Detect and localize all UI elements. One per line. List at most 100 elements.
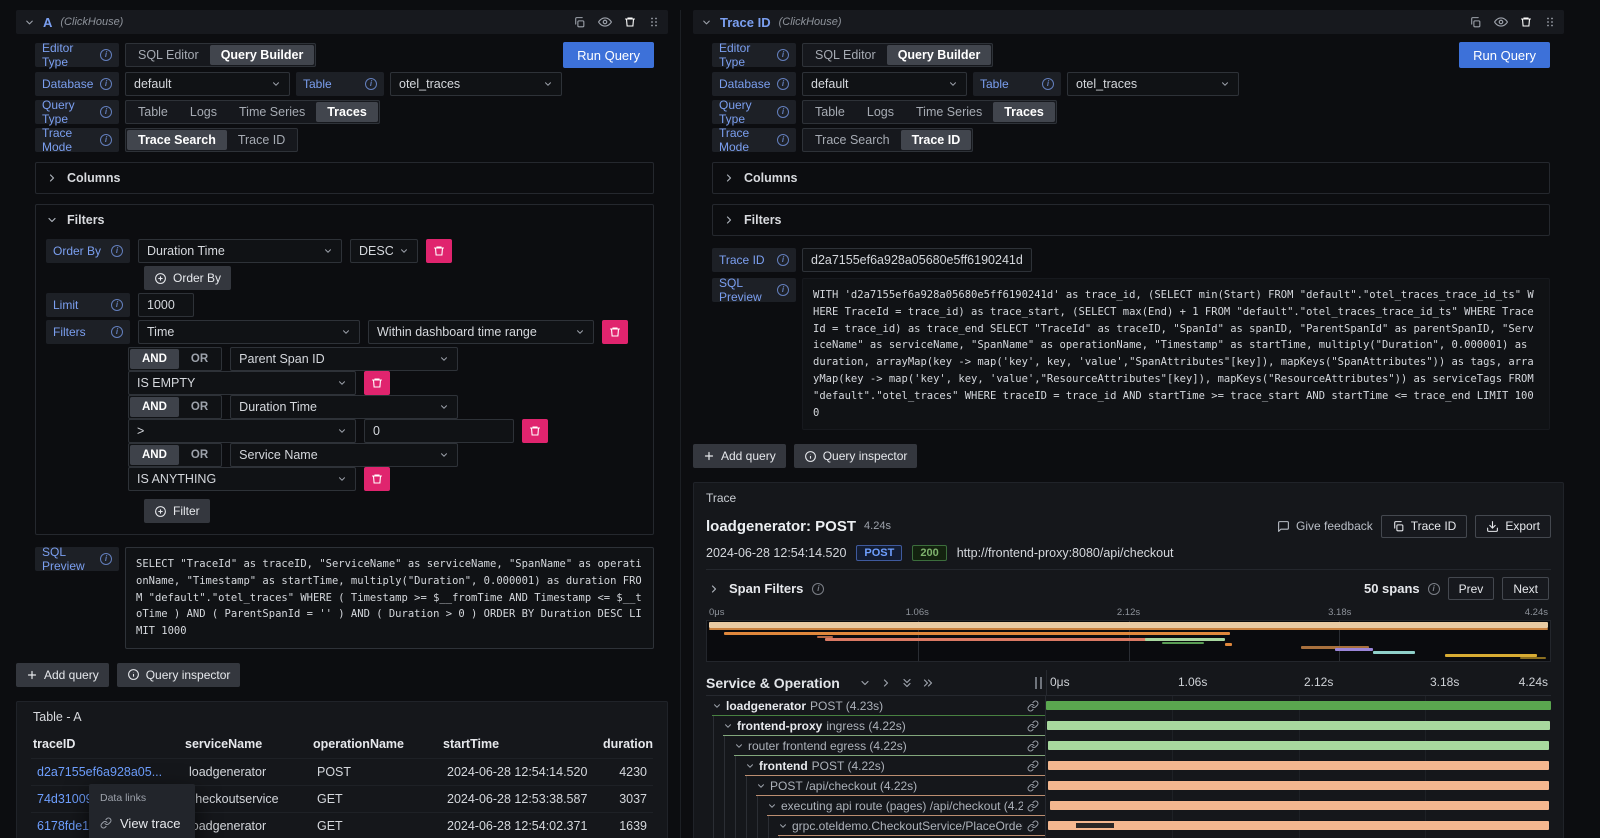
info-icon[interactable]: i [111, 326, 123, 338]
option-and[interactable]: AND [130, 349, 179, 369]
chevron-down-icon[interactable] [723, 721, 733, 731]
collapse-all-icon[interactable] [901, 677, 913, 689]
hide-response-icon[interactable] [1494, 15, 1508, 29]
option-time-series[interactable]: Time Series [228, 102, 316, 122]
option-trace-id[interactable]: Trace ID [227, 130, 296, 150]
filter-value-select[interactable]: Within dashboard time range [368, 320, 594, 344]
table-select[interactable]: otel_traces [1067, 72, 1239, 96]
span-row[interactable]: router frontend egress (4.22s) [706, 736, 1551, 756]
info-icon[interactable]: i [100, 78, 112, 90]
filters-section[interactable]: Filters [712, 204, 1550, 236]
expand-one-icon[interactable] [880, 677, 892, 689]
option-table[interactable]: Table [804, 102, 856, 122]
remove-condition-button[interactable] [364, 467, 390, 491]
option-logs[interactable]: Logs [856, 102, 905, 122]
and-or-toggle[interactable]: ANDOR [128, 395, 222, 419]
trace-minimap[interactable] [706, 620, 1551, 662]
span-row[interactable]: frontend-proxyingress (4.22s) [706, 716, 1551, 736]
info-icon[interactable]: i [777, 78, 789, 90]
filter-field-select[interactable]: Time [138, 320, 360, 344]
span-duration-bar[interactable] [1046, 701, 1551, 710]
span-link-icon[interactable] [1023, 820, 1045, 832]
option-sql-editor[interactable]: SQL Editor [804, 45, 887, 65]
chevron-down-icon[interactable] [767, 801, 777, 811]
span-row[interactable]: grpc.oteldemo.CheckoutService/PlaceOrder… [706, 816, 1551, 836]
option-logs[interactable]: Logs [179, 102, 228, 122]
remove-filter-button[interactable] [602, 320, 628, 344]
span-link-icon[interactable] [1023, 720, 1045, 732]
span-link-icon[interactable] [1023, 800, 1045, 812]
column-resize-handle[interactable] [1035, 677, 1042, 689]
next-button[interactable]: Next [1502, 577, 1549, 600]
add-order-by-button[interactable]: Order By [144, 266, 231, 290]
drag-handle-icon[interactable] [648, 16, 660, 28]
collapse-query-icon[interactable] [24, 17, 35, 28]
info-icon[interactable]: i [100, 134, 112, 146]
and-or-toggle[interactable]: ANDOR [128, 443, 222, 467]
option-trace-search[interactable]: Trace Search [804, 130, 901, 150]
filter-operator-select[interactable]: IS ANYTHING [128, 467, 356, 491]
query-inspector-button[interactable]: Query inspector [117, 663, 241, 687]
info-icon[interactable]: i [777, 49, 789, 61]
filter-value-input[interactable] [364, 419, 514, 443]
filters-section-header[interactable]: Filters [46, 210, 643, 230]
run-query-button[interactable]: Run Query [1459, 42, 1550, 68]
limit-input[interactable] [138, 293, 194, 317]
remove-order-by-button[interactable] [426, 239, 452, 263]
remove-query-icon[interactable] [624, 16, 636, 28]
span-link-icon[interactable] [1023, 700, 1045, 712]
info-icon[interactable]: i [100, 106, 112, 118]
option-and[interactable]: AND [130, 445, 179, 465]
span-row[interactable]: executing api route (pages) /api/checkou… [706, 796, 1551, 816]
prev-button[interactable]: Prev [1448, 577, 1495, 600]
filter-field-select[interactable]: Duration Time [230, 395, 458, 419]
drag-handle-icon[interactable] [1544, 16, 1556, 28]
hide-response-icon[interactable] [598, 15, 612, 29]
option-query-builder[interactable]: Query Builder [210, 45, 315, 65]
filter-operator-select[interactable]: IS EMPTY [128, 371, 356, 395]
column-header[interactable]: operationName [311, 734, 441, 759]
option-or[interactable]: OR [179, 349, 220, 369]
info-icon[interactable]: i [1042, 78, 1054, 90]
info-icon[interactable]: i [812, 583, 824, 595]
span-duration-bar[interactable] [1047, 721, 1550, 730]
span-row[interactable]: loadgeneratorPOST (4.23s) [706, 696, 1551, 716]
option-query-builder[interactable]: Query Builder [887, 45, 992, 65]
column-header[interactable]: serviceName [183, 734, 311, 759]
option-or[interactable]: OR [179, 445, 220, 465]
option-traces[interactable]: Traces [993, 102, 1055, 122]
option-or[interactable]: OR [179, 397, 220, 417]
add-filter-button[interactable]: Filter [144, 499, 210, 523]
info-icon[interactable]: i [777, 134, 789, 146]
chevron-right-icon[interactable] [708, 583, 720, 595]
span-duration-bar[interactable] [1048, 741, 1550, 750]
database-select[interactable]: default [125, 72, 290, 96]
option-table[interactable]: Table [127, 102, 179, 122]
span-row[interactable]: frontendPOST (4.22s) [706, 756, 1551, 776]
info-icon[interactable]: i [100, 49, 112, 61]
run-query-button[interactable]: Run Query [563, 42, 654, 68]
collapse-one-icon[interactable] [859, 677, 871, 689]
option-time-series[interactable]: Time Series [905, 102, 993, 122]
info-icon[interactable]: i [365, 78, 377, 90]
span-duration-bar[interactable] [1048, 761, 1550, 770]
and-or-toggle[interactable]: ANDOR [128, 347, 222, 371]
expand-all-icon[interactable] [922, 677, 934, 689]
trace-id-link[interactable]: d2a7155ef6a928a05... [31, 758, 183, 785]
chevron-down-icon[interactable] [745, 761, 755, 771]
option-and[interactable]: AND [130, 397, 179, 417]
filter-field-select[interactable]: Service Name [230, 443, 458, 467]
column-header[interactable]: duration [601, 734, 653, 759]
span-row[interactable]: POST /api/checkout (4.22s) [706, 776, 1551, 796]
option-traces[interactable]: Traces [316, 102, 378, 122]
chevron-down-icon[interactable] [756, 781, 766, 791]
copy-query-icon[interactable] [573, 16, 586, 29]
query-inspector-button[interactable]: Query inspector [794, 444, 918, 468]
info-icon[interactable]: i [777, 106, 789, 118]
collapse-query-icon[interactable] [701, 17, 712, 28]
option-sql-editor[interactable]: SQL Editor [127, 45, 210, 65]
table-select[interactable]: otel_traces [390, 72, 562, 96]
remove-query-icon[interactable] [1520, 16, 1532, 28]
give-feedback-link[interactable]: Give feedback [1277, 519, 1373, 533]
trace-id-button[interactable]: Trace ID [1381, 515, 1468, 538]
